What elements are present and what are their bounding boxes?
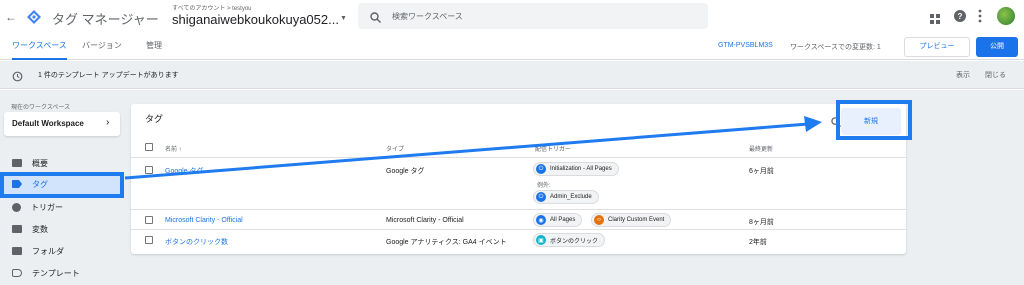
annotation-arrow bbox=[124, 116, 822, 180]
